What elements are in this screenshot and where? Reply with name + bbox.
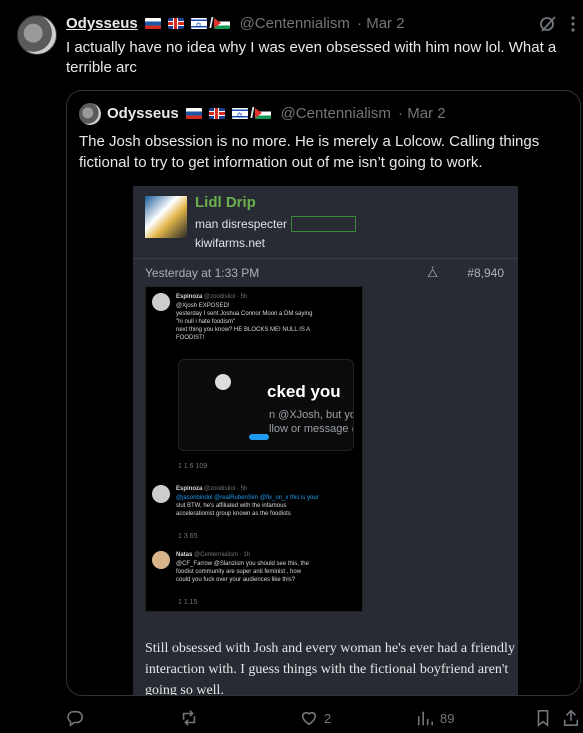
quote-author-name: Odysseus [107, 105, 179, 122]
blocked-line: n @XJosh, but yo [269, 409, 354, 421]
embedded-name: Natas [176, 552, 193, 558]
palestine-flag-icon [214, 18, 231, 29]
tweet[interactable]: Odysseus / @Centennialism · Mar 2 I actu… [0, 0, 583, 733]
embedded-avatar [215, 374, 231, 390]
quote-date: · Mar 2 [398, 105, 446, 122]
embedded-avatar [152, 485, 170, 503]
repost-icon [182, 710, 196, 726]
like-count: 2 [324, 710, 332, 726]
view-count: 89 [440, 710, 455, 726]
israel-flag-icon [232, 106, 249, 126]
reply-button[interactable] [66, 706, 84, 730]
avatar[interactable] [17, 15, 57, 55]
embedded-line: @CF_Farrow @Slanzism you should see this… [176, 561, 309, 567]
tweet-header: Odysseus / @Centennialism · Mar 2 [66, 14, 405, 36]
embedded-line: slut BTW, he's affiliated with the infam… [176, 503, 287, 509]
more-options-icon[interactable] [566, 14, 580, 34]
grok-icon[interactable] [538, 14, 558, 34]
quote-media-image[interactable]: Lidl Drip man disrespecter kiwifarms.net… [133, 186, 518, 696]
bookmark-icon [537, 709, 549, 727]
flag-separator: / [209, 15, 214, 32]
embedded-tweet-1-text: @Xjosh EXPOSED! yesterday I sent Joshua … [176, 302, 361, 342]
quote-author-handle: @Centennialism [280, 105, 391, 122]
embedded-line: @jasonbindol @realRubenSim @fix_on_x thi… [176, 495, 319, 501]
embedded-tweet-2-text: @jasonbindol @realRubenSim @fix_on_x thi… [176, 494, 361, 518]
embedded-name: Espinoza [176, 294, 203, 300]
site-title: Lidl Drip [195, 194, 256, 211]
post-date: Yesterday at 1:33 PM [145, 266, 260, 280]
uk-flag-icon [209, 108, 226, 119]
tweet-text: I actually have no idea why I was even o… [66, 39, 557, 76]
like-button[interactable]: 2 [300, 706, 331, 730]
embedded-line: foodist community are super anti feminis… [176, 569, 302, 575]
embedded-line: next thing you know? HE BLOCKS ME! NULL … [176, 327, 311, 333]
divider [133, 258, 518, 259]
israel-flag-icon [191, 16, 208, 36]
share-icon [563, 709, 579, 727]
blocked-headline: cked you [267, 382, 341, 401]
embedded-line: "hi null i hate foodism" [176, 319, 235, 325]
media-caption: Still obsessed with Josh and every woman… [145, 641, 515, 696]
embedded-tweet-1-header: Espinoza @zoodistiol · 5h [176, 293, 247, 301]
russia-flag-icon [144, 18, 161, 29]
embedded-stats: 1 3 65 [178, 533, 198, 540]
embedded-handle: @zoodistiol · 5h [204, 486, 248, 492]
embedded-line: @Xjosh EXPOSED! [176, 303, 230, 309]
embedded-line: yesterday I sent Joshua Connor Moon a DM… [176, 311, 313, 317]
site-subtitle-text: man disrespecter [195, 217, 288, 231]
embedded-tweet-2-header: Espinoza @zoodistiol · 5h [176, 485, 247, 493]
author-name[interactable]: Odysseus [66, 15, 138, 32]
quote-header: Odysseus / @Centennialism · Mar 2 [107, 104, 446, 126]
embedded-line: FOODIST! [176, 335, 205, 341]
views-icon [417, 711, 434, 726]
heart-icon [301, 711, 317, 726]
embedded-blocked-screenshot: cked you n @XJosh, but yo llow or message… [178, 359, 354, 451]
flag-separator: / [250, 105, 255, 122]
quote-tweet[interactable]: Odysseus / @Centennialism · Mar 2 The Jo… [66, 90, 581, 696]
share-button[interactable] [562, 706, 580, 730]
embedded-avatar [152, 293, 170, 311]
embedded-tweet-3-header: Natas @Centennialism · 1h [176, 551, 250, 559]
russia-flag-icon [185, 108, 202, 119]
repost-button[interactable] [180, 706, 198, 730]
embedded-stats: 1 1 6 109 [178, 463, 208, 470]
embedded-name: Espinoza [176, 486, 203, 492]
embedded-stats: 1 1 15 [178, 599, 198, 606]
embedded-screenshot: Espinoza @zoodistiol · 5h @Xjosh EXPOSED… [145, 286, 363, 612]
reply-icon [67, 710, 83, 727]
views-button[interactable]: 89 [416, 706, 454, 730]
share-icon: ⧊ [427, 266, 438, 280]
embedded-tweet-3-text: @CF_Farrow @Slanzism you should see this… [176, 560, 361, 584]
blocked-subtext: n @XJosh, but yo llow or message @ [269, 408, 354, 436]
embedded-avatar [152, 551, 170, 569]
site-subtitle: man disrespecter [195, 216, 357, 232]
blue-pill [249, 434, 269, 440]
site-url: kiwifarms.net [195, 236, 266, 250]
embedded-line: could you fuck over your audiences like … [176, 577, 296, 583]
green-badge [291, 216, 357, 232]
tweet-date[interactable]: · Mar 2 [357, 15, 405, 32]
site-thumbnail [145, 196, 187, 238]
quote-avatar[interactable] [79, 103, 101, 125]
bookmark-button[interactable] [534, 706, 552, 730]
quote-text: The Josh obsession is no more. He is mer… [79, 133, 540, 171]
action-bar: 2 89 [0, 706, 583, 730]
author-handle[interactable]: @Centennialism [240, 15, 350, 32]
embedded-handle: @Centennialism · 1h [194, 552, 251, 558]
palestine-flag-icon [255, 108, 272, 119]
embedded-line: accelerationist group known as the foodi… [176, 511, 291, 517]
blocked-line: llow or message @ [269, 423, 354, 435]
uk-flag-icon [168, 18, 185, 29]
post-number: #8,940 [467, 266, 504, 280]
embedded-handle: @zoodistiol · 5h [204, 294, 248, 300]
